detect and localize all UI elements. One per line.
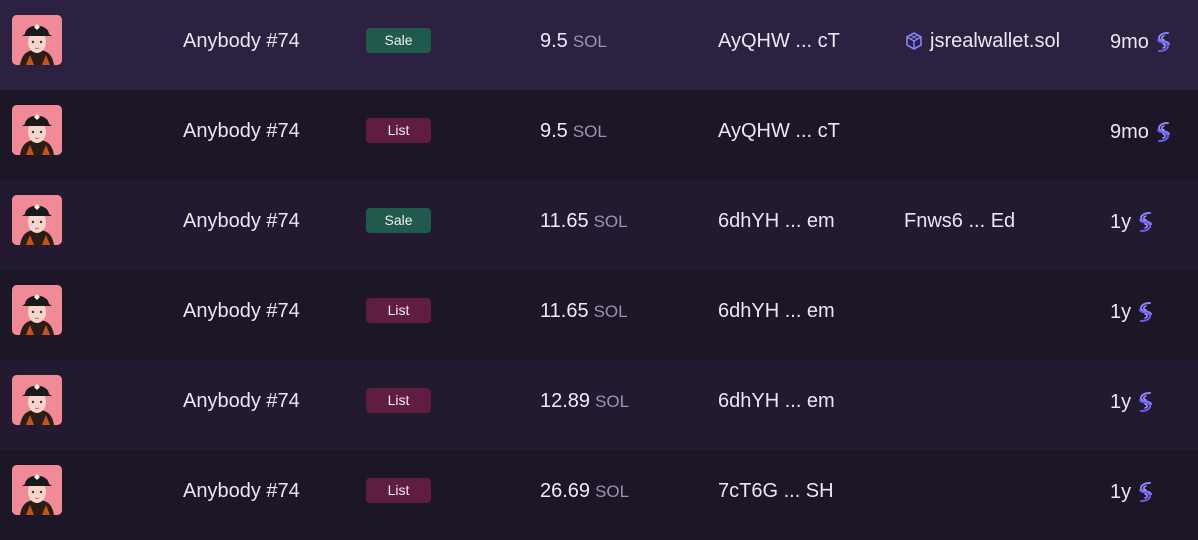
price-amount: 26.69 [540, 480, 591, 502]
status-badge: List [366, 478, 431, 503]
seller-address[interactable]: AyQHW ... cT [718, 119, 840, 143]
time-label: 1y [1110, 391, 1132, 413]
nft-name[interactable]: Anybody #74 [183, 29, 300, 53]
price-amount: 11.65 [540, 210, 589, 232]
status-badge: List [366, 298, 431, 323]
seller-address[interactable]: 6dhYH ... em [718, 209, 835, 233]
activity-table: Anybody #74 Sale 9.5 SOL AyQHW ... cT jsr… [0, 0, 1198, 540]
price-amount: 11.65 [540, 300, 589, 322]
price: 9.5 SOL [540, 119, 607, 144]
buyer-label: jsrealwallet.sol [930, 30, 1061, 52]
seller-address[interactable]: AyQHW ... cT [718, 29, 840, 53]
solscan-link-icon[interactable] [1135, 299, 1157, 325]
status-badge: List [366, 388, 431, 413]
time-label: 1y [1110, 211, 1132, 233]
buyer-address[interactable]: jsrealwallet.sol [904, 29, 1060, 53]
nft-thumbnail[interactable] [12, 105, 62, 155]
price: 9.5 SOL [540, 29, 607, 54]
buyer-label: Fnws6 ... Ed [904, 210, 1016, 232]
price-unit: SOL [572, 32, 607, 51]
nft-thumbnail[interactable] [12, 285, 62, 335]
seller-address[interactable]: 6dhYH ... em [718, 299, 835, 323]
price-unit: SOL [595, 482, 630, 501]
solscan-link-icon[interactable] [1135, 209, 1157, 235]
nft-thumbnail[interactable] [12, 465, 62, 515]
table-row: Anybody #74 List 12.89 SOL 6dhYH ... em 1… [0, 360, 1198, 450]
price-unit: SOL [593, 302, 628, 321]
time-ago: 9mo [1110, 29, 1175, 55]
time-ago: 1y [1110, 299, 1157, 325]
time-label: 9mo [1110, 121, 1149, 143]
price-unit: SOL [593, 212, 628, 231]
seller-address[interactable]: 6dhYH ... em [718, 389, 835, 413]
nft-name[interactable]: Anybody #74 [183, 119, 300, 143]
solscan-link-icon[interactable] [1135, 479, 1157, 505]
price-unit: SOL [572, 122, 607, 141]
time-ago: 1y [1110, 389, 1157, 415]
status-badge: Sale [366, 208, 431, 233]
table-row: Anybody #74 Sale 11.65 SOL 6dhYH ... em F… [0, 180, 1198, 270]
price: 11.65 SOL [540, 299, 628, 324]
table-row: Anybody #74 Sale 9.5 SOL AyQHW ... cT jsr… [0, 0, 1198, 90]
buyer-address[interactable]: Fnws6 ... Ed [904, 209, 1015, 233]
nft-thumbnail[interactable] [12, 375, 62, 425]
time-ago: 1y [1110, 479, 1157, 505]
price: 11.65 SOL [540, 209, 628, 234]
table-row: Anybody #74 List 9.5 SOL AyQHW ... cT 9mo [0, 90, 1198, 180]
status-badge: Sale [366, 28, 431, 53]
time-ago: 1y [1110, 209, 1157, 235]
solscan-link-icon[interactable] [1135, 389, 1157, 415]
nft-thumbnail[interactable] [12, 15, 62, 65]
solscan-link-icon[interactable] [1153, 29, 1175, 55]
solscan-link-icon[interactable] [1153, 119, 1175, 145]
time-label: 1y [1110, 301, 1132, 323]
time-label: 9mo [1110, 31, 1149, 53]
cube-icon [906, 32, 922, 50]
price-amount: 12.89 [540, 390, 591, 412]
price-amount: 9.5 [540, 30, 568, 52]
price-unit: SOL [595, 392, 630, 411]
price: 26.69 SOL [540, 479, 629, 504]
table-row: Anybody #74 List 11.65 SOL 6dhYH ... em 1… [0, 270, 1198, 360]
nft-name[interactable]: Anybody #74 [183, 479, 300, 503]
time-label: 1y [1110, 481, 1132, 503]
time-ago: 9mo [1110, 119, 1175, 145]
status-badge: List [366, 118, 431, 143]
price: 12.89 SOL [540, 389, 629, 414]
nft-name[interactable]: Anybody #74 [183, 299, 300, 323]
seller-address[interactable]: 7cT6G ... SH [718, 479, 834, 503]
nft-thumbnail[interactable] [12, 195, 62, 245]
nft-name[interactable]: Anybody #74 [183, 209, 300, 233]
table-row: Anybody #74 List 26.69 SOL 7cT6G ... SH 1… [0, 450, 1198, 540]
price-amount: 9.5 [540, 120, 568, 142]
nft-name[interactable]: Anybody #74 [183, 389, 300, 413]
